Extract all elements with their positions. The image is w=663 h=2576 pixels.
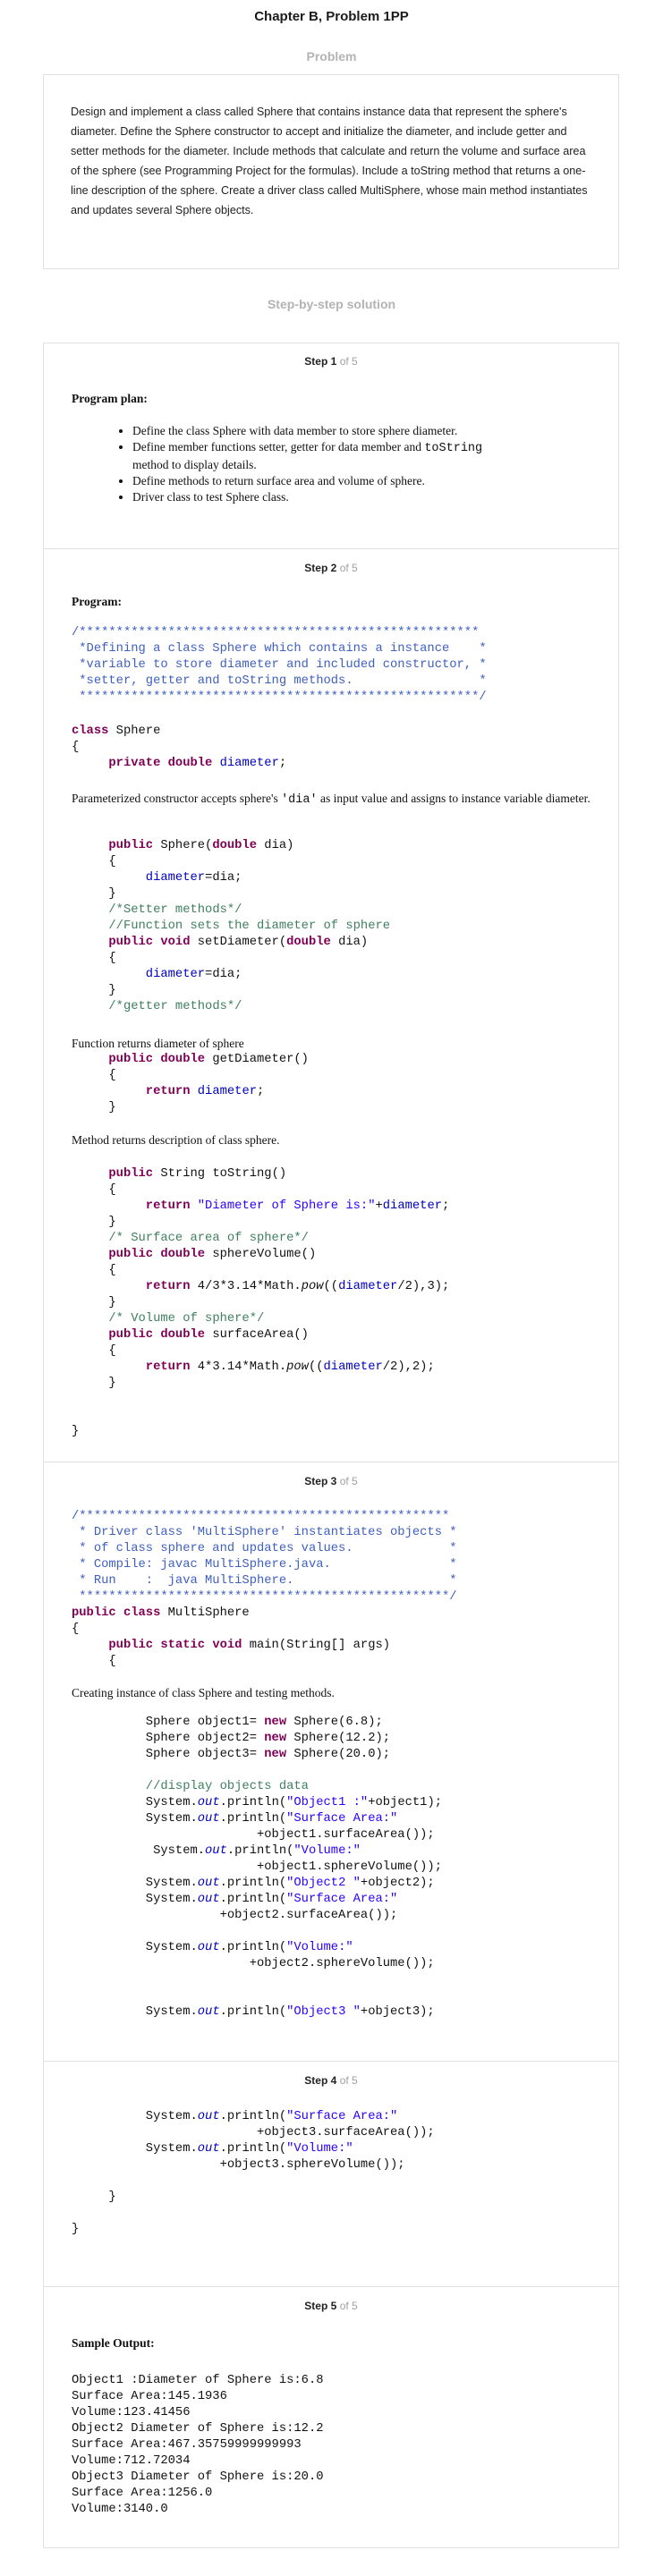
sample-output: Object1 :Diameter of Sphere is:6.8 Surfa… (72, 2374, 324, 2516)
main-code: Sphere object1= new Sphere(6.8); Sphere … (72, 1716, 442, 2019)
tostring-description: Method returns description of class sphe… (72, 1133, 280, 1147)
constructor-setter-code: public Sphere(double dia) { diameter=dia… (108, 839, 391, 1013)
list-item: Define member functions setter, getter f… (132, 439, 598, 473)
problem-label: Problem (306, 49, 357, 64)
class-declaration: class Sphere { private double diameter; (72, 724, 287, 770)
step-2: Step 2 of 5 Program: /******************… (43, 548, 619, 1462)
main-code-end: System.out.println("Surface Area:" +obje… (72, 2110, 435, 2236)
problem-text: Design and implement a class called Sphe… (71, 106, 588, 216)
step-heading: Step 5 of 5 (304, 2300, 358, 2312)
driver-description: Creating instance of class Sphere and te… (72, 1686, 335, 1699)
getter-code: public double getDiameter() { return dia… (108, 1053, 309, 1114)
step-heading: Step 3 of 5 (304, 1475, 358, 1487)
program-plan-heading: Program plan: (72, 392, 148, 405)
driver-doc-comment: /***************************************… (72, 1510, 457, 1604)
step-1: Step 1 of 5 Program plan: Define the cla… (43, 343, 619, 548)
step-4: Step 4 of 5 System.out.println("Surface … (43, 2061, 619, 2286)
list-item: Define the class Sphere with data member… (132, 423, 598, 439)
driver-class-code: public class MultiSphere { public static… (72, 1606, 391, 1668)
page-title: Chapter B, Problem 1PP (254, 9, 409, 24)
program-heading: Program: (72, 595, 122, 608)
list-item: Define methods to return surface area an… (132, 473, 598, 489)
step-heading: Step 1 of 5 (304, 355, 358, 368)
step-3: Step 3 of 5 /***************************… (43, 1462, 619, 2061)
step-heading: Step 2 of 5 (304, 562, 358, 574)
sample-output-heading: Sample Output: (72, 2336, 155, 2350)
methods-code: public String toString() { return "Diame… (72, 1167, 450, 1438)
class-doc-comment: /***************************************… (72, 626, 487, 704)
getter-description: Function returns diameter of sphere (72, 1037, 244, 1050)
problem-card: Design and implement a class called Sphe… (43, 74, 619, 269)
plan-list: Define the class Sphere with data member… (132, 423, 598, 505)
step-5: Step 5 of 5 Sample Output: Object1 :Diam… (43, 2286, 619, 2548)
step-heading: Step 4 of 5 (304, 2074, 358, 2087)
constructor-description: Parameterized constructor accepts sphere… (72, 792, 591, 807)
solution-label: Step-by-step solution (267, 297, 396, 311)
list-item: Driver class to test Sphere class. (132, 489, 598, 505)
